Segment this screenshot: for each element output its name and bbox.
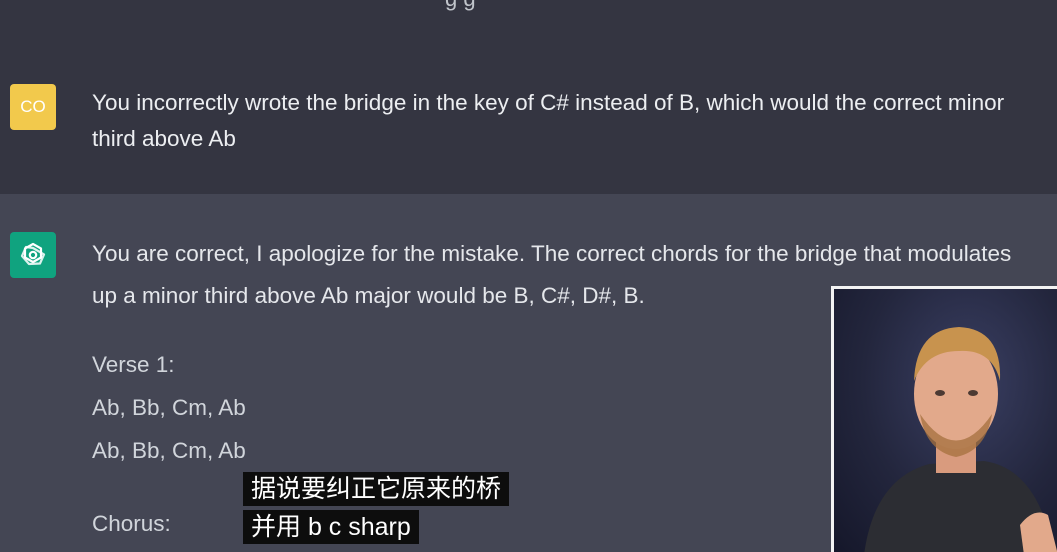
previous-message-text: g g xyxy=(445,0,476,12)
verse-line: Ab, Bb, Cm, Ab xyxy=(92,438,246,463)
user-message-text: You incorrectly wrote the bridge in the … xyxy=(92,90,1005,151)
previous-message-band: g g xyxy=(0,0,1057,46)
openai-logo-icon xyxy=(20,242,46,266)
user-avatar: CO xyxy=(10,84,56,130)
verse-heading: Verse 1: xyxy=(92,352,175,377)
webcam-overlay xyxy=(831,286,1057,552)
subtitle-line: 并用 b c sharp xyxy=(243,510,419,544)
assistant-avatar xyxy=(10,232,56,278)
presenter-figure xyxy=(864,327,1057,552)
subtitle-line: 据说要纠正它原来的桥 xyxy=(243,472,510,506)
verse-line: Ab, Bb, Cm, Ab xyxy=(92,395,246,420)
chorus-heading: Chorus: xyxy=(92,511,171,536)
